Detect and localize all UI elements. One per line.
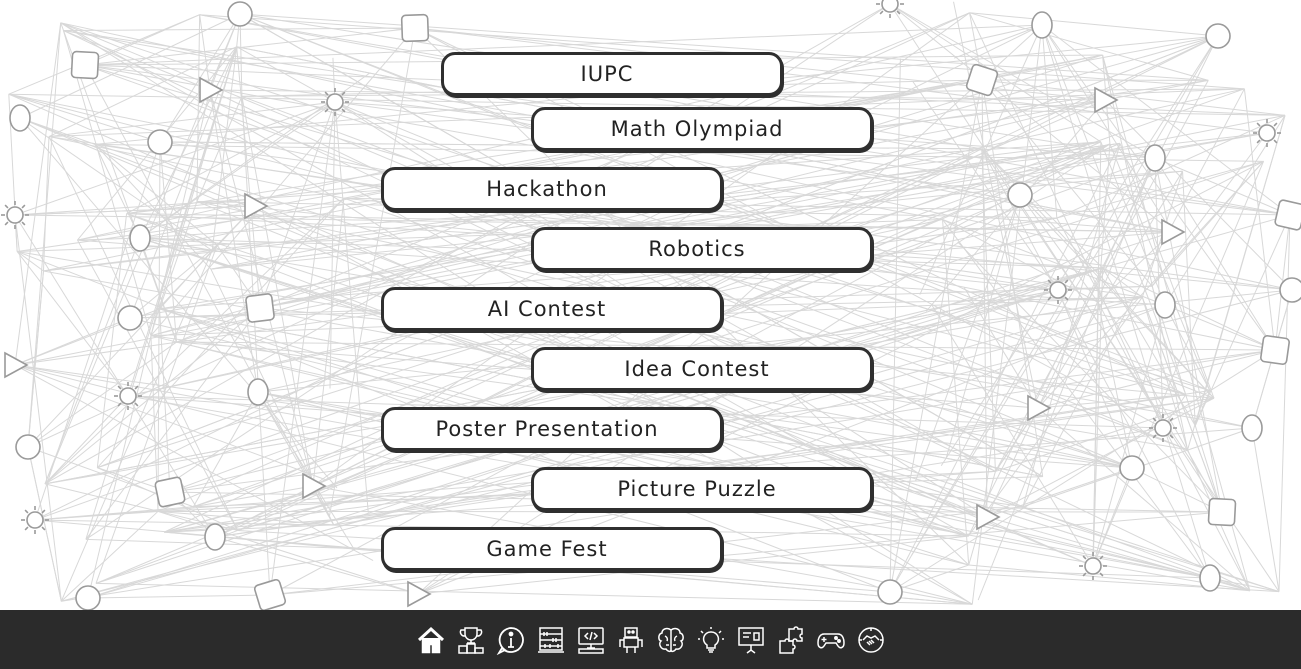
network-node-icon [1031,11,1053,39]
network-node-icon [1241,414,1263,442]
network-node-icon [1199,564,1221,592]
event-iupc-button[interactable]: IUPC [441,52,783,96]
event-label: Game Fest [486,537,608,561]
abacus-icon[interactable] [535,624,567,656]
network-node-icon [1144,144,1166,172]
event-label: Math Olympiad [610,117,784,141]
gamepad-icon[interactable] [815,624,847,656]
home-icon[interactable] [415,624,447,656]
network-node-icon [877,579,903,605]
event-label: Robotics [648,237,746,261]
event-label: IUPC [580,62,634,86]
network-node-icon [1007,182,1033,208]
event-idea-contest-button[interactable]: Idea Contest [531,347,873,391]
network-node-icon [70,50,100,80]
network-node-icon [147,129,173,155]
network-node-icon [400,13,430,43]
network-node-icon [1279,277,1301,303]
event-label: Hackathon [486,177,608,201]
network-node-icon [1205,23,1231,49]
event-picture-puzzle-button[interactable]: Picture Puzzle [531,467,873,511]
presentation-icon[interactable] [735,624,767,656]
event-label: Picture Puzzle [617,477,777,501]
event-ai-contest-button[interactable]: AI Contest [381,287,723,331]
event-poster-presentation-button[interactable]: Poster Presentation [381,407,723,451]
event-label: Idea Contest [624,357,770,381]
handshake-icon[interactable] [855,624,887,656]
trophy-podium-icon[interactable] [455,624,487,656]
event-label: Poster Presentation [435,417,659,441]
bottom-nav-bar [0,610,1301,669]
network-node-icon [1274,199,1301,231]
network-node-icon [247,378,269,406]
event-math-olympiad-button[interactable]: Math Olympiad [531,107,873,151]
network-node-icon [75,585,101,610]
lightbulb-icon[interactable] [695,624,727,656]
brain-icon[interactable] [655,624,687,656]
network-node-icon [227,1,253,27]
event-hackathon-button[interactable]: Hackathon [381,167,723,211]
event-robotics-button[interactable]: Robotics [531,227,873,271]
code-monitor-icon[interactable] [575,624,607,656]
network-node-icon [253,578,287,610]
network-node-icon [154,476,186,508]
info-icon[interactable] [495,624,527,656]
network-node-icon [204,523,226,551]
network-node-icon [1260,335,1290,365]
puzzle-icon[interactable] [775,624,807,656]
network-node-icon [1154,291,1176,319]
network-node-icon [1119,455,1145,481]
network-node-icon [9,104,31,132]
network-node-icon [1207,497,1237,527]
robot-icon[interactable] [615,624,647,656]
network-node-icon [117,305,143,331]
network-node-icon [129,224,151,252]
network-node-icon [15,434,41,460]
event-game-fest-button[interactable]: Game Fest [381,527,723,571]
network-node-icon [245,293,275,323]
event-label: AI Contest [487,297,607,321]
